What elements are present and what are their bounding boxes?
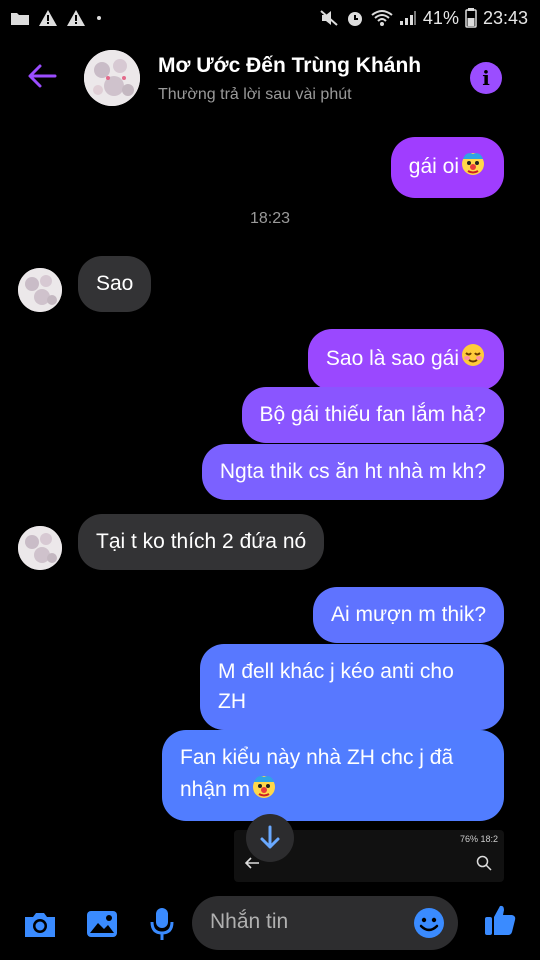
message-text: Bộ gái thiếu fan lắm hả? [259,403,487,426]
chat-header: Mơ Ước Đến Trùng Khánh Thường trả lời sa… [0,40,540,120]
sender-avatar[interactable] [18,268,62,312]
message-incoming[interactable]: Tại t ko thích 2 đứa nó [78,514,325,570]
scroll-to-bottom-button[interactable] [246,814,294,862]
message-input-placeholder: Nhắn tin [210,910,289,933]
message-outgoing[interactable]: Ai mượn m thik? [312,587,504,643]
message-input[interactable]: Nhắn tin [192,896,458,950]
warning-icon [38,9,58,27]
back-arrow-icon [28,64,57,88]
message-incoming[interactable]: Sao [78,256,152,312]
relieved-face-icon [460,342,486,377]
info-icon: i [482,66,490,90]
clock: 23:43 [482,7,528,28]
clown-face-icon [251,773,277,808]
message-outgoing[interactable]: Ngta thik cs ăn ht nhà m kh? [201,444,504,500]
microphone-icon [150,908,174,940]
message-outgoing[interactable]: Sao là sao gái [307,329,504,390]
camera-icon [25,913,55,937]
sender-avatar[interactable] [18,526,62,570]
alarm-icon [345,8,365,28]
message-text: Tại t ko thích 2 đứa nó [96,530,307,553]
contact-avatar[interactable] [84,50,140,106]
status-bar: 41% 23:43 [0,0,540,36]
message-text: Fan kiểu này nhà ZH chc j đã nhận m [180,746,454,802]
info-button[interactable]: i [470,62,502,94]
gallery-icon [87,911,117,937]
clown-face-icon [460,150,486,185]
thumbs-up-icon [485,905,516,935]
status-right-icons: 41% 23:43 [319,8,528,29]
microphone-button[interactable] [144,906,180,942]
signal-icon [399,10,417,26]
battery-icon [465,8,477,28]
message-text: Ngta thik cs ăn ht nhà m kh? [219,460,486,483]
battery-percent: 41% [422,7,459,28]
message-outgoing[interactable]: M đell khác j kéo anti cho ZH [200,644,504,730]
message-text: Sao là sao gái [325,347,459,371]
emoji-icon [414,908,444,938]
like-button[interactable] [482,902,518,938]
arrow-down-icon [260,825,280,849]
gallery-button[interactable] [84,906,120,942]
message-composer: Nhắn tin [0,888,540,960]
preview-status-text: 76% 18:2 [459,834,498,844]
camera-button[interactable] [22,906,58,942]
warning-icon [66,9,86,27]
message-outgoing[interactable]: Bộ gái thiếu fan lắm hả? [241,387,504,443]
back-button[interactable] [24,58,60,94]
message-text: Sao [96,272,134,295]
status-left-icons [10,9,104,27]
message-outgoing[interactable]: Fan kiểu này nhà ZH chc j đã nhận m [162,730,504,821]
message-outgoing[interactable]: gái oi [390,137,504,198]
message-text: M đell khác j kéo anti cho ZH [218,660,454,713]
wifi-icon [371,9,393,27]
message-text: Ai mượn m thik? [330,603,486,626]
emoji-button[interactable] [412,906,446,940]
contact-name[interactable]: Mơ Ước Đến Trùng Khánh [158,54,421,78]
notification-dot-icon [94,13,104,23]
folder-icon [10,10,30,26]
mute-icon [319,9,339,27]
contact-status: Thường trả lời sau vài phút [158,86,352,103]
message-timestamp: 18:23 [249,210,291,227]
message-text: gái oi [408,155,459,179]
preview-search-icon [476,855,492,876]
